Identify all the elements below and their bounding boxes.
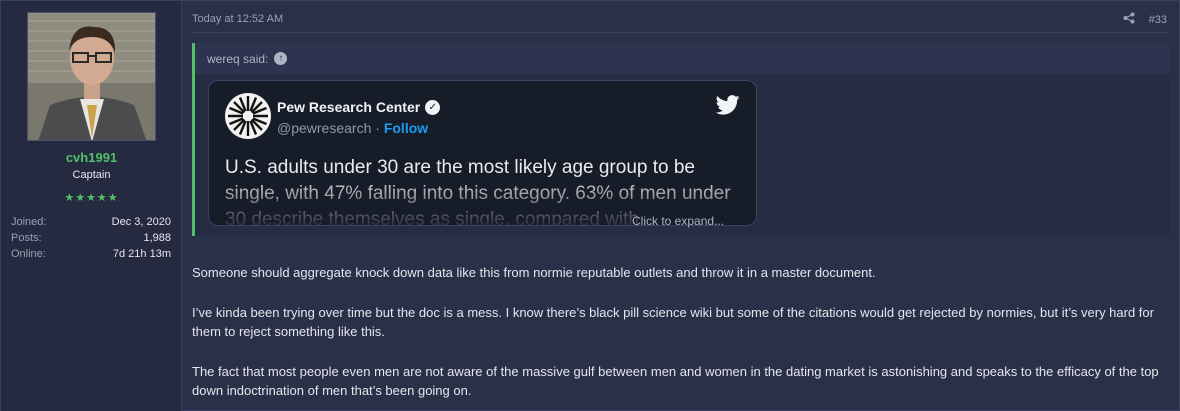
user-stats: Joined: Dec 3, 2020 Posts: 1,988 Online:… (11, 214, 171, 262)
expand-link[interactable]: Click to expand... (632, 214, 724, 228)
user-sidebar: cvh1991 Captain ★★★★★ Joined: Dec 3, 202… (1, 1, 182, 411)
twitter-bird-icon[interactable] (715, 95, 740, 120)
stat-label: Online: (11, 248, 46, 260)
post-body: Someone should aggregate knock down data… (192, 263, 1172, 411)
username[interactable]: cvh1991 (1, 150, 182, 165)
up-arrow-icon[interactable]: ↑ (274, 52, 288, 65)
rank-stars: ★★★★★ (64, 192, 119, 204)
forum-post: cvh1991 Captain ★★★★★ Joined: Dec 3, 202… (0, 0, 1180, 411)
post-paragraph: The fact that most people even men are n… (192, 364, 1159, 398)
post-paragraph: Someone should aggregate knock down data… (192, 265, 876, 280)
quote-header: wereq said: ↑ (195, 43, 1170, 74)
post-actions: #33 (1123, 12, 1167, 27)
stat-value: Dec 3, 2020 (111, 216, 171, 228)
quote-author: wereq said: (207, 51, 269, 66)
tweet-author[interactable]: Pew Research Center ✓ (277, 99, 441, 115)
tweet-embed[interactable]: Pew Research Center ✓ @pewresearch · Fol… (208, 80, 757, 226)
tweet-handle-line: @pewresearch · Follow (277, 120, 428, 136)
separator: · (375, 120, 380, 136)
verified-badge-icon: ✓ (425, 99, 441, 115)
stat-joined: Joined: Dec 3, 2020 (11, 214, 171, 230)
stat-online: Online: 7d 21h 13m (11, 246, 171, 262)
post-number[interactable]: #33 (1149, 14, 1167, 26)
stat-posts: Posts: 1,988 (11, 230, 171, 246)
avatar[interactable] (27, 12, 156, 141)
tweet-author-name[interactable]: Pew Research Center (277, 99, 420, 115)
divider (192, 32, 1169, 33)
post-paragraph: I’ve kinda been trying over time but the… (192, 305, 1154, 339)
stat-value: 1,988 (143, 232, 171, 244)
follow-link[interactable]: Follow (384, 120, 428, 136)
stat-label: Joined: (11, 216, 47, 228)
tweet-handle[interactable]: @pewresearch (277, 120, 371, 136)
user-title: Captain (72, 169, 111, 181)
share-icon[interactable] (1123, 12, 1135, 27)
pew-logo-icon[interactable] (225, 93, 271, 139)
stat-value: 7d 21h 13m (112, 248, 171, 260)
quote-block: wereq said: ↑ Pew Research Center ✓ @pew… (192, 43, 1170, 236)
stat-label: Posts: (11, 232, 42, 244)
post-date[interactable]: Today at 12:52 AM (192, 13, 283, 25)
